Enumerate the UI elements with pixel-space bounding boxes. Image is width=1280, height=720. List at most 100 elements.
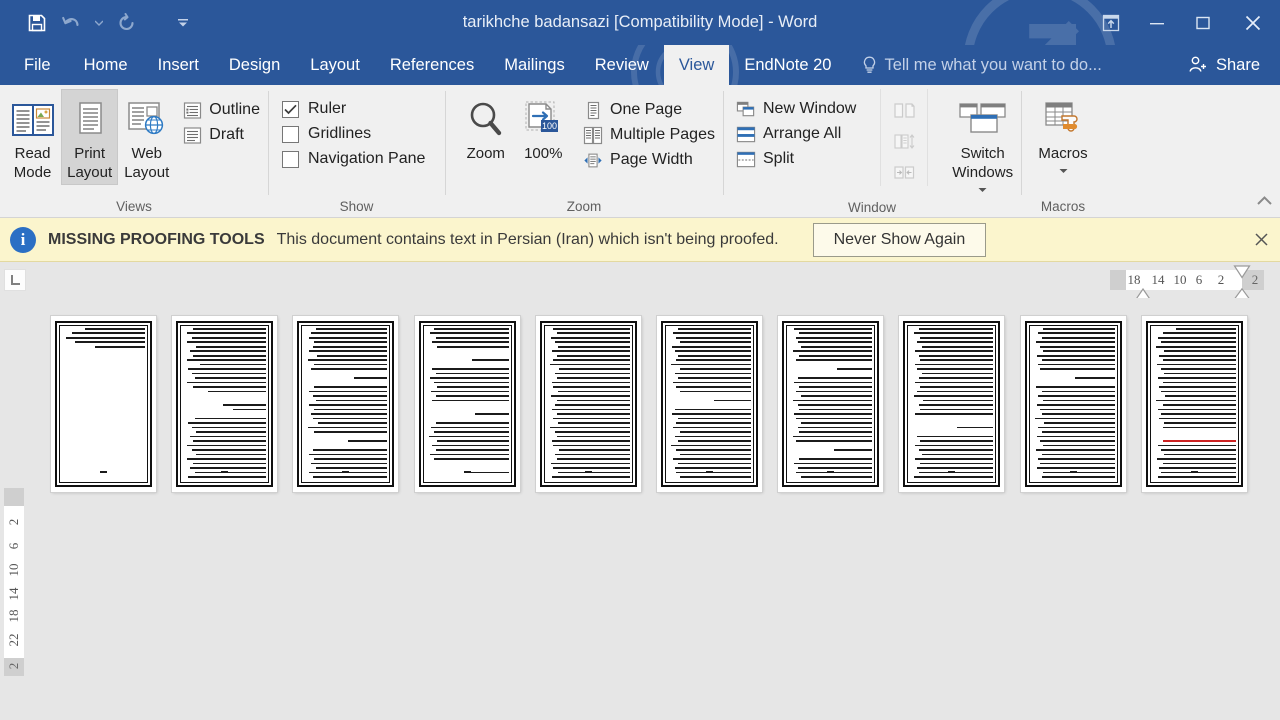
page-thumbnail[interactable]: [1020, 316, 1126, 492]
text-line: [794, 381, 873, 384]
text-line: [304, 436, 387, 438]
text-line: [674, 372, 751, 375]
tab-references-label: References: [389, 55, 475, 74]
text-line: [1032, 373, 1115, 375]
text-line: [918, 377, 994, 379]
undo-dropdown-button[interactable]: [88, 8, 110, 38]
text-line: [472, 359, 509, 361]
collapse-ribbon-button[interactable]: [1254, 191, 1274, 211]
page-thumbnail[interactable]: [535, 316, 641, 492]
tab-layout[interactable]: Layout: [295, 45, 375, 85]
text-line: [920, 386, 994, 388]
customize-caret-icon: [178, 18, 188, 26]
ribbon-display-options-button[interactable]: [1088, 0, 1134, 45]
tab-references[interactable]: References: [375, 45, 489, 85]
ribbon-group-views: Read Mode Print Layout Web Layout Outlin…: [0, 85, 268, 217]
macros-button[interactable]: Macros: [1027, 89, 1099, 182]
share-button[interactable]: Share: [1174, 45, 1280, 85]
page-thumbnail[interactable]: [899, 316, 1005, 492]
page-thumbnail[interactable]: [657, 316, 762, 492]
horizontal-ruler[interactable]: 18 14 10 6 2 2: [29, 262, 1280, 304]
page-thumbnails[interactable]: [29, 298, 1280, 720]
tab-review[interactable]: Review: [580, 45, 664, 85]
tab-design[interactable]: Design: [214, 45, 295, 85]
right-indent-marker-top[interactable]: [1232, 262, 1252, 279]
page-thumbnail[interactable]: [778, 316, 884, 492]
text-line: [797, 404, 873, 406]
customize-quick-access-toolbar-button[interactable]: [172, 8, 194, 38]
text-line: [1035, 386, 1115, 388]
never-show-again-button[interactable]: Never Show Again: [812, 222, 987, 257]
text-line: [309, 390, 388, 393]
page-thumbnail[interactable]: [293, 316, 399, 492]
ribbon-group-zoom: Zoom 100 100% One Page Multiple Pages Pa…: [445, 85, 723, 217]
read-mode-button[interactable]: Read Mode: [4, 89, 61, 185]
text-line: [314, 341, 388, 344]
horizontal-ruler-track: 18 14 10 6 2 2: [1110, 265, 1264, 304]
text-line: [668, 395, 751, 397]
tab-selector-button[interactable]: [0, 262, 29, 298]
ribbon-group-macros: Macros Macros: [1021, 85, 1105, 217]
text-line: [917, 435, 994, 438]
tab-review-label: Review: [594, 55, 649, 74]
switch-windows-button[interactable]: Switch Windows: [944, 89, 1021, 201]
text-line: [183, 413, 266, 415]
tab-file-label: File: [24, 55, 51, 74]
text-line: [918, 328, 994, 330]
tab-view[interactable]: View: [663, 45, 730, 85]
text-line: [433, 381, 509, 384]
tell-me-search[interactable]: Tell me what you want to do...: [846, 45, 1113, 85]
page-thumbnail[interactable]: [172, 316, 278, 492]
page-thumbnail[interactable]: [1141, 316, 1247, 492]
show-group-label: Show: [339, 198, 374, 214]
text-line: [316, 354, 388, 357]
text-line: [183, 400, 266, 402]
arrange-all-button[interactable]: Arrange All: [733, 123, 864, 145]
gridlines-checkbox[interactable]: Gridlines: [280, 124, 431, 144]
close-button[interactable]: [1226, 0, 1280, 45]
save-button[interactable]: [20, 8, 54, 38]
text-line: [304, 373, 387, 375]
text-line: [435, 372, 509, 375]
message-bar-close-button[interactable]: [1250, 225, 1272, 255]
ruler-checkbox[interactable]: Ruler: [280, 99, 431, 119]
text-line: [1157, 444, 1236, 447]
text-line: [922, 345, 994, 348]
text-line: [800, 422, 873, 424]
minimize-button[interactable]: [1134, 0, 1180, 45]
undo-button[interactable]: [54, 8, 88, 38]
text-line: [918, 449, 994, 451]
new-window-button[interactable]: New Window: [733, 98, 864, 120]
text-line: [1041, 431, 1115, 433]
print-layout-button[interactable]: Print Layout: [61, 89, 119, 185]
text-line: [1038, 363, 1115, 366]
navigation-pane-checkbox[interactable]: Navigation Pane: [280, 149, 431, 169]
draft-button[interactable]: Draft: [179, 124, 268, 146]
web-layout-button[interactable]: Web Layout: [118, 89, 175, 185]
tab-insert[interactable]: Insert: [143, 45, 214, 85]
lightbulb-icon: [864, 56, 876, 73]
page-width-button[interactable]: Page Width: [580, 149, 723, 171]
page-thumbnail[interactable]: [51, 316, 156, 492]
split-button[interactable]: Split: [733, 148, 864, 170]
one-page-button[interactable]: One Page: [580, 99, 723, 121]
tab-mailings[interactable]: Mailings: [489, 45, 580, 85]
tab-home[interactable]: Home: [69, 45, 143, 85]
multiple-pages-button[interactable]: Multiple Pages: [580, 124, 723, 146]
outline-button[interactable]: Outline: [179, 99, 268, 121]
text-line: [679, 341, 751, 344]
text-line: [677, 328, 751, 330]
read-mode-label: Read Mode: [13, 145, 52, 181]
switch-windows-label: Switch Windows: [952, 145, 1014, 181]
vertical-ruler[interactable]: 2 6 10 14 18 22 2: [4, 488, 24, 676]
text-line: [679, 431, 751, 433]
text-line: [834, 449, 873, 451]
page-thumbnail[interactable]: [414, 316, 520, 492]
redo-button[interactable]: [110, 8, 144, 38]
tab-file[interactable]: File: [0, 45, 69, 85]
text-line: [1157, 408, 1236, 411]
zoom-100-button[interactable]: 100 100%: [515, 89, 573, 166]
tab-endnote[interactable]: EndNote 20: [729, 45, 846, 85]
zoom-button[interactable]: Zoom: [457, 89, 515, 166]
maximize-button[interactable]: [1180, 0, 1226, 45]
